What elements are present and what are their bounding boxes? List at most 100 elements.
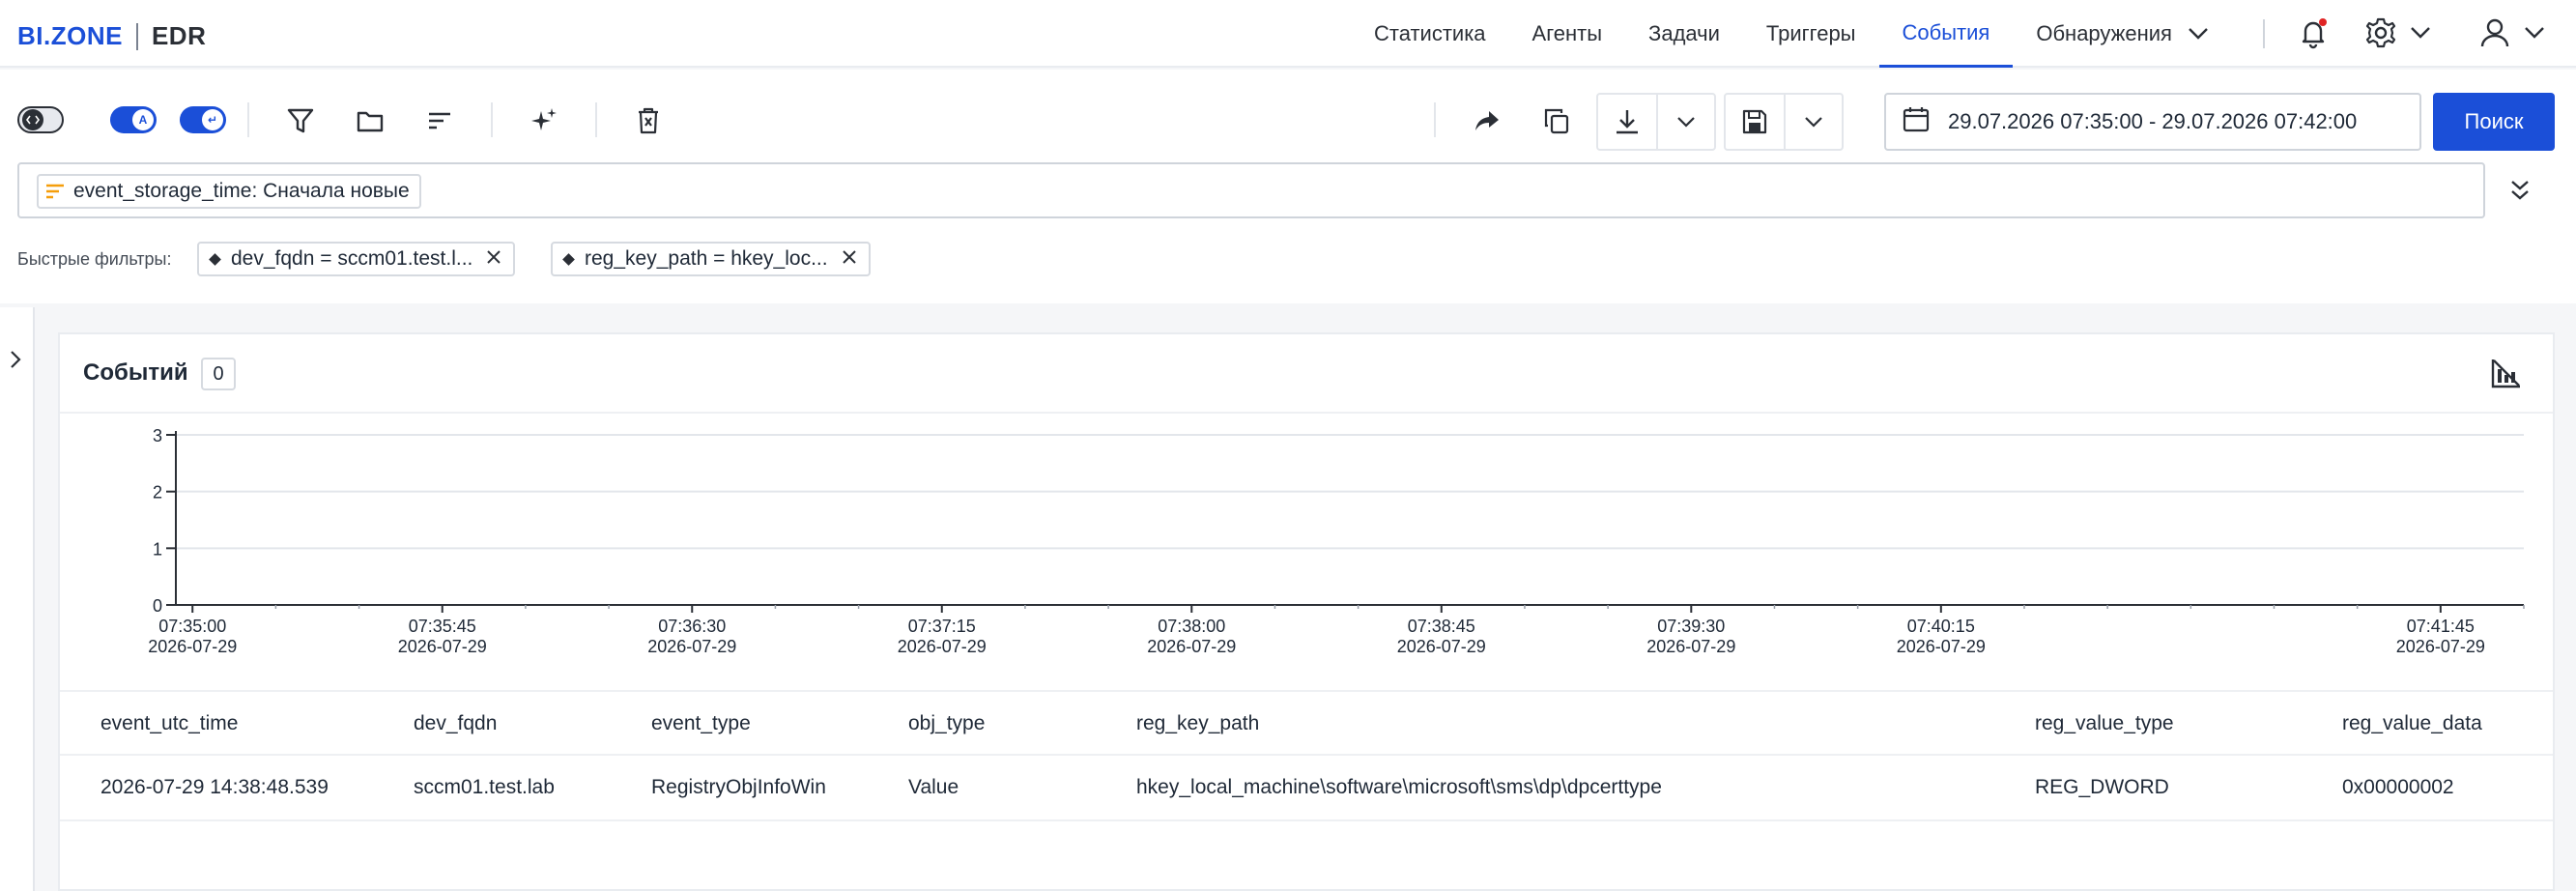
query-toolbar: A ↵ 29.07.2026 07:35:00 - 29.07.2026 07:…: [0, 70, 2576, 174]
user-chevron-down-icon[interactable]: [2524, 15, 2545, 50]
quick-filter-chip[interactable]: dev_fqdn = sccm01.test.l...: [197, 242, 516, 276]
x-tick-label: 07:38:45: [1408, 617, 1475, 636]
sort-icon[interactable]: [421, 102, 458, 139]
date-range-picker[interactable]: 29.07.2026 07:35:00 - 29.07.2026 07:42:0…: [1884, 93, 2421, 151]
table-cell: 2026-07-29 14:38:48.539: [100, 776, 329, 798]
date-range-value: 29.07.2026 07:35:00 - 29.07.2026 07:42:0…: [1948, 109, 2358, 133]
nav-item-tasks[interactable]: Задачи: [1625, 0, 1743, 68]
sort-field[interactable]: event_storage_time: Сначала новые: [17, 162, 2485, 218]
sort-order-icon: [46, 184, 64, 199]
top-navigation: BI.ZONE EDR Статистика Агенты Задачи Три…: [0, 0, 2576, 68]
search-button[interactable]: Поиск: [2433, 93, 2555, 151]
column-header[interactable]: reg_key_path: [1136, 692, 1259, 756]
bell-icon[interactable]: [2296, 15, 2331, 50]
calendar-icon: [1902, 104, 1931, 139]
filter-icon[interactable]: [282, 102, 319, 139]
x-tick-label: 07:37:15: [908, 617, 976, 636]
toolbar-divider: [491, 102, 493, 137]
column-header[interactable]: event_type: [651, 692, 751, 756]
x-tick-date-label: 2026-07-29: [898, 637, 987, 656]
x-tick-date-label: 2026-07-29: [148, 637, 237, 656]
table-header-row: event_utc_time dev_fqdn event_type obj_t…: [60, 690, 2553, 756]
results-panel: Событий 0 0 1 2 3 07:35:00 2026-07-29 07:35:45…: [58, 332, 2555, 891]
x-tick-label: 07:39:30: [1657, 617, 1725, 636]
table-cell: Value: [908, 776, 959, 798]
x-tick-date-label: 2026-07-29: [398, 637, 487, 656]
chart-off-icon[interactable]: [2489, 356, 2524, 395]
x-tick-label: 07:41:45: [2407, 617, 2475, 636]
events-table: event_utc_time dev_fqdn event_type obj_t…: [60, 690, 2553, 821]
app-logo[interactable]: BI.ZONE EDR: [17, 21, 206, 51]
results-count-badge: 0: [201, 358, 236, 390]
autocomplete-glyph: A: [132, 109, 154, 130]
column-header[interactable]: obj_type: [908, 692, 985, 756]
download-chevron-down-icon[interactable]: [1656, 95, 1714, 149]
chevron-right-icon[interactable]: [6, 348, 25, 376]
results-header: Событий 0: [60, 334, 2553, 414]
close-icon[interactable]: [486, 247, 501, 271]
close-icon[interactable]: [842, 247, 857, 271]
save-button-group: [1724, 93, 1844, 151]
gear-icon[interactable]: [2363, 15, 2398, 50]
logo-product: EDR: [151, 21, 207, 50]
collapse-icon[interactable]: [2508, 178, 2532, 208]
y-tick-label: 1: [153, 539, 162, 559]
diamond-icon: [209, 252, 221, 266]
column-header[interactable]: reg_value_type: [2035, 692, 2174, 756]
share-icon[interactable]: [1469, 102, 1505, 139]
x-tick-date-label: 2026-07-29: [1147, 637, 1236, 656]
side-panel-strip: [0, 307, 35, 891]
x-tick-label: 07:35:00: [158, 617, 226, 636]
toolbar-divider: [1434, 102, 1436, 137]
autocomplete-toggle[interactable]: A: [110, 106, 157, 133]
y-tick-label: 2: [153, 483, 162, 503]
diamond-icon: [562, 252, 575, 266]
save-icon[interactable]: [1726, 95, 1784, 149]
sort-chip-label: event_storage_time: Сначала новые: [73, 180, 410, 202]
sparkle-icon[interactable]: [526, 102, 562, 139]
toolbar-divider: [247, 102, 249, 137]
save-chevron-down-icon[interactable]: [1784, 95, 1842, 149]
code-toggle[interactable]: [17, 106, 64, 133]
column-header[interactable]: event_utc_time: [100, 692, 238, 756]
quick-filter-text: dev_fqdn = sccm01.test.l...: [231, 247, 473, 270]
settings-chevron-down-icon[interactable]: [2410, 15, 2431, 50]
quick-filter-chip[interactable]: reg_key_path = hkey_loc...: [551, 242, 871, 276]
logo-divider: [135, 22, 138, 50]
column-header[interactable]: reg_value_data: [2342, 692, 2482, 756]
clear-icon[interactable]: [630, 102, 667, 139]
nav-item-events[interactable]: События: [1878, 0, 2014, 68]
results-title: Событий: [83, 359, 188, 386]
table-cell: hkey_local_machine\software\microsoft\sm…: [1136, 776, 1662, 798]
main-nav: Статистика Агенты Задачи Триггеры Событи…: [1351, 0, 2232, 68]
nav-item-agents[interactable]: Агенты: [1509, 0, 1626, 68]
quick-filters-label: Быстрые фильтры:: [17, 249, 172, 269]
folder-icon[interactable]: [352, 102, 388, 139]
table-cell: 0x00000002: [2342, 776, 2454, 798]
wrap-toggle[interactable]: ↵: [180, 106, 226, 133]
x-tick-date-label: 2026-07-29: [1646, 637, 1735, 656]
download-icon[interactable]: [1598, 95, 1656, 149]
y-tick-label: 3: [153, 426, 162, 446]
user-icon[interactable]: [2477, 15, 2512, 50]
y-tick-label: 0: [153, 596, 162, 616]
nav-item-detections-label: Обнаружения: [2036, 21, 2172, 45]
x-tick-date-label: 2026-07-29: [1397, 637, 1486, 656]
query-options: event_storage_time: Сначала новые Быстры…: [0, 162, 2576, 303]
table-cell: sccm01.test.lab: [414, 776, 555, 798]
nav-divider: [2263, 19, 2265, 48]
x-tick-label: 07:38:00: [1158, 617, 1225, 636]
x-tick-date-label: 2026-07-29: [2396, 637, 2485, 656]
column-header[interactable]: dev_fqdn: [414, 692, 497, 756]
logo-brand: BI.ZONE: [17, 21, 123, 50]
nav-item-detections[interactable]: Обнаружения: [2013, 0, 2232, 68]
nav-item-statistics[interactable]: Статистика: [1351, 0, 1509, 68]
nav-item-triggers[interactable]: Триггеры: [1743, 0, 1879, 68]
x-tick-label: 07:40:15: [1907, 617, 1975, 636]
sort-chip[interactable]: event_storage_time: Сначала новые: [37, 174, 421, 209]
table-cell: REG_DWORD: [2035, 776, 2169, 798]
events-histogram: 012307:35:002026-07-2907:35:452026-07-29…: [148, 426, 2525, 656]
x-tick-date-label: 2026-07-29: [1897, 637, 1986, 656]
table-row[interactable]: 2026-07-29 14:38:48.539 sccm01.test.lab …: [60, 756, 2553, 821]
copy-icon[interactable]: [1538, 102, 1575, 139]
